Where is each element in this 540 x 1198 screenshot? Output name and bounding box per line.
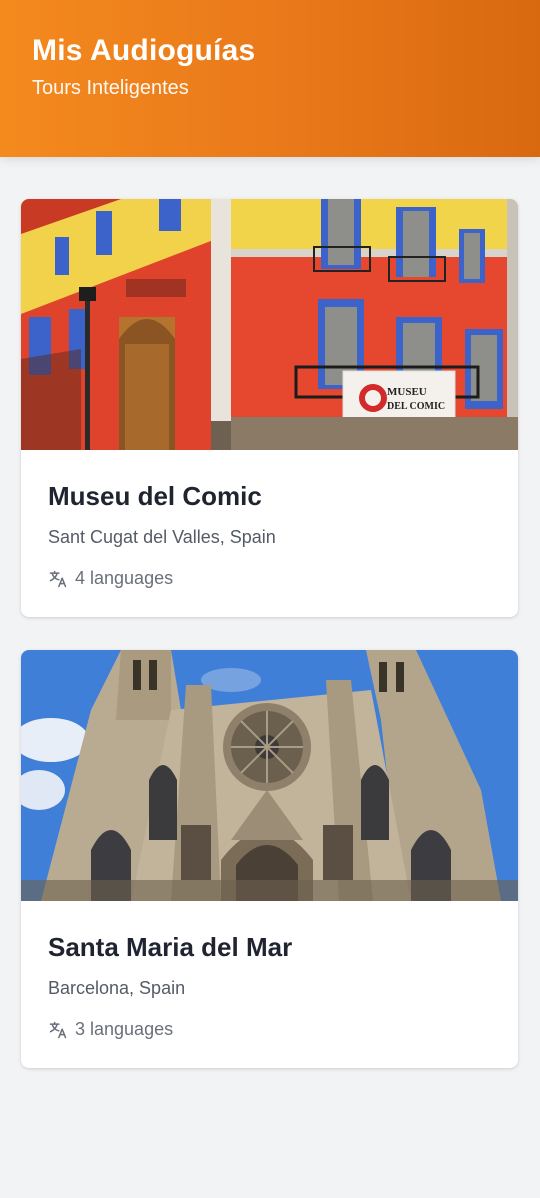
app-header: Mis Audioguías Tours Inteligentes	[0, 0, 540, 157]
tour-languages-label: 3 languages	[75, 1019, 174, 1039]
tour-location: Barcelona, Spain	[48, 978, 186, 998]
tour-location: Sant Cugat del Valles, Spain	[48, 527, 276, 547]
tour-languages: 4 languages	[48, 568, 173, 589]
tour-photo: MUSEU DEL COMIC	[21, 199, 518, 450]
museum-sign-line2: DEL COMIC	[387, 401, 445, 412]
tour-name: Santa Maria del Mar	[48, 932, 293, 962]
page-title: Mis Audioguías	[32, 34, 256, 67]
translate-icon	[48, 569, 68, 589]
tour-name: Museu del Comic	[48, 481, 262, 511]
tour-photo	[21, 650, 518, 901]
museum-sign-line1: MUSEU	[387, 386, 427, 398]
tour-card-museu-del-comic[interactable]: MUSEU DEL COMIC Museu del Comic Sant Cug…	[21, 199, 518, 617]
tour-languages-label: 4 languages	[75, 568, 174, 588]
tour-languages: 3 languages	[48, 1019, 173, 1040]
page-subtitle: Tours Inteligentes	[32, 77, 189, 99]
translate-icon	[48, 1020, 68, 1040]
tour-card-santa-maria-del-mar[interactable]: Santa Maria del Mar Barcelona, Spain 3 l…	[21, 650, 518, 1068]
